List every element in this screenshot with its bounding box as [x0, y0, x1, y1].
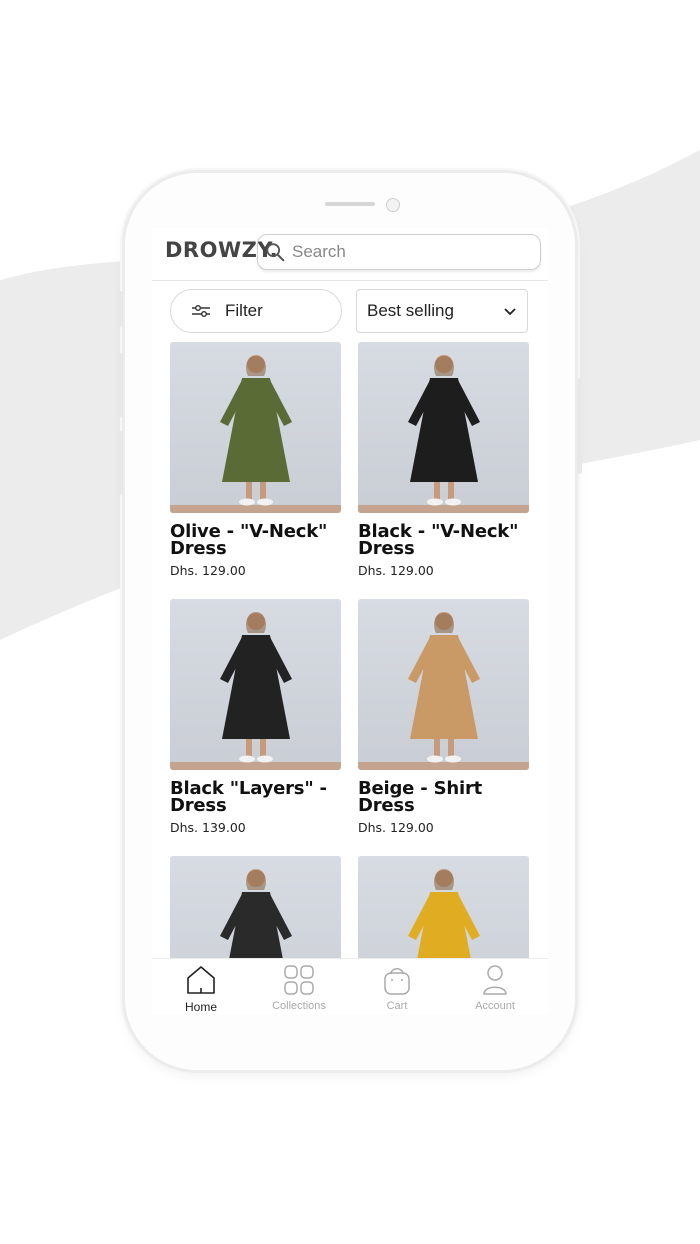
- product-price: Dhs. 129.00: [358, 820, 434, 835]
- product-title[interactable]: Beige - Shirt Dress: [358, 780, 529, 815]
- product-price: Dhs. 129.00: [170, 563, 246, 578]
- product-image[interactable]: [170, 342, 341, 513]
- product-title[interactable]: Olive - "V-Neck" Dress: [170, 523, 341, 558]
- product-price: Dhs. 139.00: [170, 820, 246, 835]
- phone-side-button: [118, 353, 123, 417]
- app-screen: DROWZY. Filter Best selling: [152, 228, 548, 1014]
- tab-account[interactable]: Account: [446, 963, 544, 1012]
- product-price: Dhs. 129.00: [358, 563, 434, 578]
- sort-label: Best selling: [367, 301, 454, 320]
- product-title[interactable]: Black - "V-Neck" Dress: [358, 523, 529, 558]
- phone-camera: [386, 198, 400, 212]
- user-icon: [483, 965, 507, 995]
- phone-frame: DROWZY. Filter Best selling: [118, 173, 582, 1070]
- sort-select[interactable]: Best selling: [356, 289, 528, 333]
- search-icon: [266, 243, 285, 262]
- product-image[interactable]: [170, 599, 341, 770]
- phone-side-button: [577, 378, 582, 474]
- product-card[interactable]: Olive - "V-Neck" Dress Dhs. 129.00: [170, 342, 341, 578]
- home-icon: [187, 966, 215, 994]
- sliders-icon: [192, 305, 210, 317]
- model-photo: [170, 355, 341, 513]
- filter-button[interactable]: Filter: [170, 289, 342, 333]
- tab-home[interactable]: Home: [152, 963, 250, 1014]
- grid-icon: [284, 965, 314, 995]
- filter-label: Filter: [225, 301, 263, 320]
- model-photo: [358, 612, 529, 770]
- model-photo: [170, 612, 341, 770]
- product-image[interactable]: [358, 599, 529, 770]
- bag-icon: [384, 968, 410, 995]
- phone-speaker: [325, 202, 375, 206]
- tab-label: Cart: [386, 1000, 408, 1012]
- product-card[interactable]: Black "Layers" - Dress Dhs. 139.00: [170, 599, 341, 835]
- tab-label: Home: [184, 1000, 217, 1014]
- tab-cart[interactable]: Cart: [348, 963, 446, 1012]
- phone-side-button: [118, 291, 123, 327]
- model-photo: [358, 355, 529, 513]
- app-header: DROWZY.: [152, 228, 548, 281]
- product-title[interactable]: Black "Layers" - Dress: [170, 780, 341, 815]
- tab-collections[interactable]: Collections: [250, 963, 348, 1012]
- search-input[interactable]: [290, 241, 524, 263]
- tab-label: Account: [475, 1000, 515, 1012]
- chevron-down-icon: [504, 308, 516, 316]
- product-card[interactable]: Black - "V-Neck" Dress Dhs. 129.00: [358, 342, 529, 578]
- product-image[interactable]: [358, 342, 529, 513]
- bottom-tab-bar: Home Collections Cart Account: [152, 958, 548, 1014]
- product-card[interactable]: Beige - Shirt Dress Dhs. 129.00: [358, 599, 529, 835]
- search-bar[interactable]: [257, 234, 541, 270]
- tab-label: Collections: [272, 1000, 326, 1012]
- phone-side-button: [118, 431, 123, 495]
